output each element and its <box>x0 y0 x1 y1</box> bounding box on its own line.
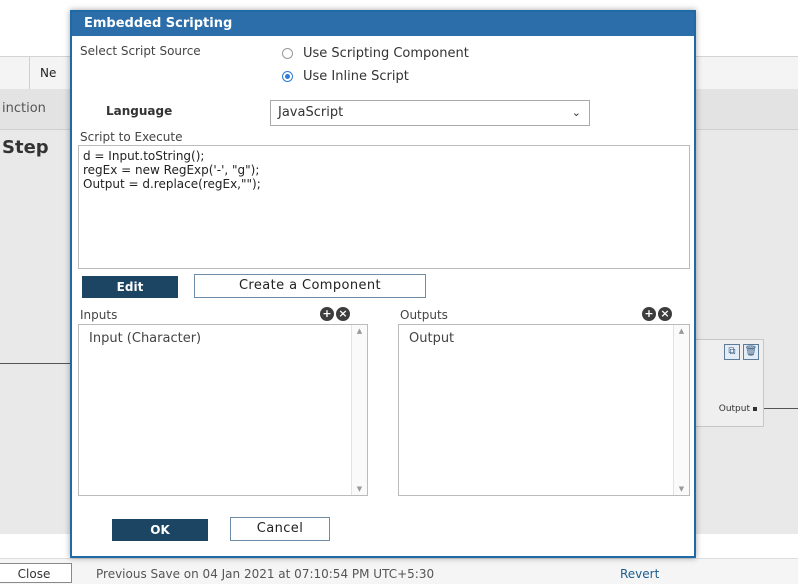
save-status-text: Previous Save on 04 Jan 2021 at 07:10:54… <box>96 567 435 581</box>
chevron-down-icon: ⌄ <box>571 106 581 119</box>
tab-label: Ne <box>40 66 57 80</box>
language-label: Language <box>106 104 173 118</box>
list-item[interactable]: Output <box>409 331 454 346</box>
create-component-button[interactable]: Create a Component <box>194 274 426 298</box>
inputs-scrollbar[interactable]: ▲ ▼ <box>351 325 367 495</box>
add-input-icon[interactable]: + <box>320 307 334 321</box>
radio-use-inline-script[interactable]: Use Inline Script <box>282 69 409 84</box>
steps-heading: Step <box>2 137 49 158</box>
inputs-list[interactable]: Input (Character) ▲ ▼ <box>78 324 368 496</box>
scroll-down-icon[interactable]: ▼ <box>674 485 689 493</box>
footer-bar: Close Previous Save on 04 Jan 2021 at 07… <box>0 558 798 584</box>
language-select[interactable]: JavaScript ⌄ <box>270 100 590 126</box>
script-to-execute-label: Script to Execute <box>80 130 183 144</box>
remove-output-icon[interactable]: × <box>658 307 672 321</box>
select-script-source-label: Select Script Source <box>80 44 201 58</box>
connector-line-left <box>0 363 70 364</box>
radio-circle-selected[interactable] <box>282 71 293 82</box>
dialog-title: Embedded Scripting <box>72 12 694 36</box>
copy-icon[interactable]: ⧉ <box>724 344 740 360</box>
scroll-down-icon[interactable]: ▼ <box>352 485 367 493</box>
ok-button[interactable]: OK <box>112 519 208 541</box>
workflow-node[interactable]: ⧉ 🗑 Output <box>690 339 764 427</box>
edit-button[interactable]: Edit <box>82 276 178 298</box>
connector-line-right <box>764 408 798 409</box>
add-output-icon[interactable]: + <box>642 307 656 321</box>
scroll-up-icon[interactable]: ▲ <box>352 327 367 335</box>
list-item[interactable]: Input (Character) <box>89 331 201 346</box>
outputs-scrollbar[interactable]: ▲ ▼ <box>673 325 689 495</box>
node-output-port-label: Output <box>719 404 757 414</box>
outputs-label: Outputs <box>400 308 448 322</box>
outputs-list[interactable]: Output ▲ ▼ <box>398 324 690 496</box>
trash-icon[interactable]: 🗑 <box>743 344 759 360</box>
node-icons: ⧉ 🗑 <box>724 344 759 360</box>
cancel-button[interactable]: Cancel <box>230 517 330 541</box>
radio-label: Use Inline Script <box>303 69 409 84</box>
subheader-text: inction <box>2 101 46 116</box>
scroll-up-icon[interactable]: ▲ <box>674 327 689 335</box>
close-button[interactable]: Close <box>0 563 72 583</box>
script-editor[interactable]: d = Input.toString(); regEx = new RegExp… <box>78 145 690 269</box>
revert-link[interactable]: Revert <box>620 567 659 581</box>
language-value: JavaScript <box>278 105 344 120</box>
embedded-scripting-dialog: Embedded Scripting Select Script Source … <box>70 10 696 558</box>
remove-input-icon[interactable]: × <box>336 307 350 321</box>
tab-blank[interactable] <box>0 57 30 89</box>
radio-use-scripting-component[interactable]: Use Scripting Component <box>282 46 469 61</box>
inputs-label: Inputs <box>80 308 118 322</box>
radio-label: Use Scripting Component <box>303 46 469 61</box>
radio-circle[interactable] <box>282 48 293 59</box>
